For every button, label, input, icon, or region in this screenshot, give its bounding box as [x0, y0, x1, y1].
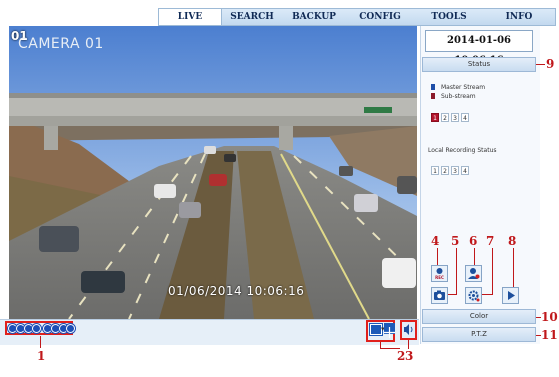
master-stream-legend-icon — [431, 84, 435, 90]
annotation-line-3 — [408, 340, 409, 349]
channel-select-3[interactable]: 3 — [451, 113, 459, 122]
channel-select-4[interactable]: 4 — [461, 113, 469, 122]
camera-icon — [434, 290, 445, 300]
tab-live[interactable]: LIVE — [159, 9, 222, 25]
sub-stream-label: Sub-stream — [441, 93, 476, 100]
annotation-11: 11 — [541, 328, 558, 342]
camera-timestamp-overlay: 01/06/2014 10:06:16 — [168, 284, 305, 298]
master-stream-label: Master Stream — [441, 84, 486, 91]
tab-search[interactable]: SEARCH — [221, 9, 283, 25]
color-button[interactable]: Color — [422, 309, 536, 324]
quad-view-icon[interactable] — [384, 323, 395, 338]
gear-icon — [468, 290, 480, 302]
annotation-line-9 — [536, 64, 545, 65]
snapshot-button[interactable] — [431, 287, 448, 304]
annotation-10: 10 — [541, 310, 558, 324]
camera-name: CAMERA 01 — [18, 36, 104, 52]
annotation-line-6 — [474, 248, 475, 265]
camera-view[interactable]: 01 CAMERA 01 01/06/2014 10:06:16 — [9, 26, 417, 319]
rec-status-4: 4 — [461, 166, 469, 175]
playback-settings-button[interactable] — [465, 287, 482, 304]
sub-stream-legend-icon — [431, 93, 435, 99]
channel-dot-icon[interactable] — [32, 324, 41, 333]
rec-status-2: 2 — [441, 166, 449, 175]
annotation-5: 5 — [451, 234, 460, 248]
annotation-7: 7 — [486, 234, 495, 248]
annotation-line-5b — [448, 294, 457, 295]
local-recording-status-label: Local Recording Status — [428, 147, 497, 154]
annotation-line-5 — [456, 248, 457, 294]
status-bar-button[interactable]: Status — [422, 57, 536, 72]
annotation-line-7 — [492, 248, 493, 294]
annotation-9: 9 — [546, 57, 555, 71]
ptz-button[interactable]: P.T.Z — [422, 327, 536, 342]
annotation-line-11 — [536, 335, 541, 336]
datetime-display: 2014-01-06 10:06:16 — [425, 30, 533, 66]
play-icon — [508, 291, 515, 300]
talk-button[interactable] — [465, 265, 482, 282]
annotation-line-4 — [437, 248, 438, 265]
annotation-line-1 — [40, 336, 41, 348]
rec-status-3: 3 — [451, 166, 459, 175]
annotation-line-7b — [482, 294, 493, 295]
annotation-line-2b — [380, 348, 400, 349]
person-talk-icon — [468, 268, 480, 279]
record-button[interactable]: REC — [431, 265, 448, 282]
channel-select-2[interactable]: 2 — [441, 113, 449, 122]
tab-tools[interactable]: TOOLS — [415, 9, 483, 25]
annotation-1: 1 — [37, 349, 46, 363]
channel-dot-icon[interactable] — [66, 324, 75, 333]
rec-label: REC — [435, 275, 444, 280]
rec-status-1: 1 — [431, 166, 439, 175]
annotation-6: 6 — [469, 234, 478, 248]
annotation-line-8 — [513, 248, 514, 287]
play-button[interactable] — [502, 287, 519, 304]
annotation-3: 3 — [405, 349, 414, 363]
channel-select-1[interactable]: 1 — [431, 113, 439, 122]
main-nav: LIVE SEARCH BACKUP CONFIG TOOLS INFO — [158, 8, 556, 26]
tab-config[interactable]: CONFIG — [345, 9, 415, 25]
annotation-4: 4 — [431, 234, 440, 248]
volume-icon[interactable] — [402, 322, 415, 337]
annotation-line-10 — [536, 317, 541, 318]
camera-scene-image — [9, 26, 417, 319]
tab-backup[interactable]: BACKUP — [283, 9, 345, 25]
tab-info[interactable]: INFO — [483, 9, 555, 25]
annotation-8: 8 — [508, 234, 517, 248]
